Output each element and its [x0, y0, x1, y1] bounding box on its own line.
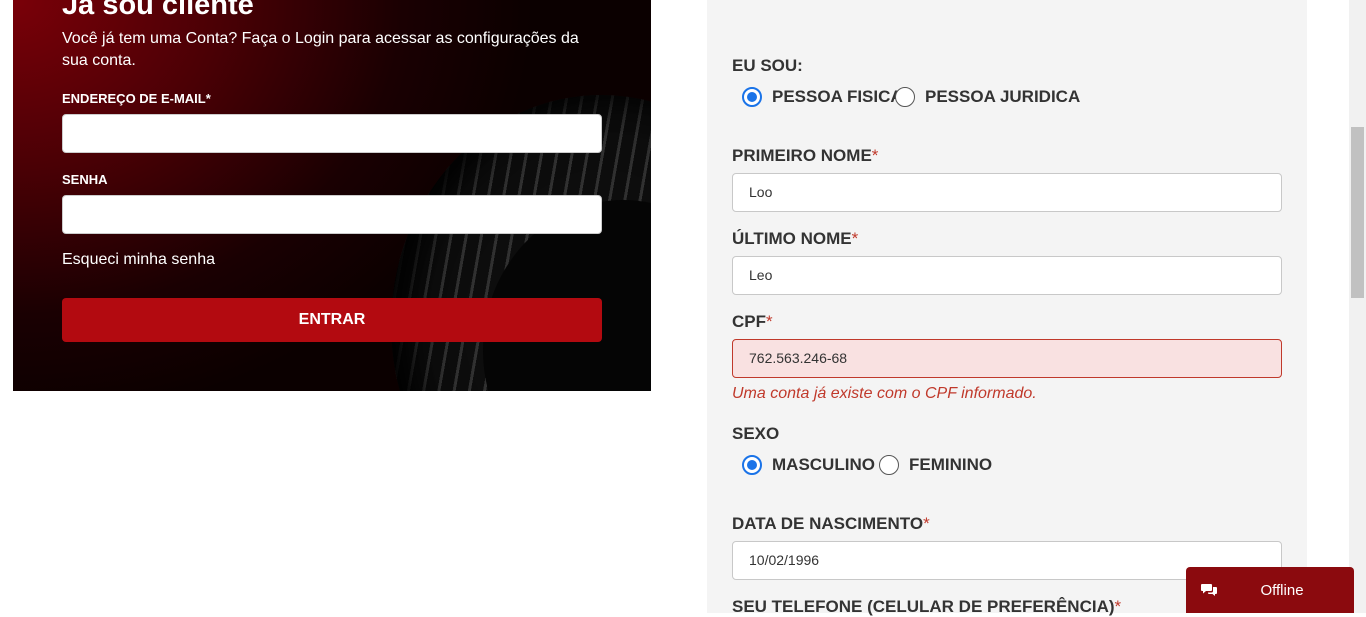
password-label: SENHA — [62, 172, 108, 187]
radio-label-pessoa-fisica: PESSOA FISICA — [772, 87, 903, 106]
radio-masculino[interactable]: MASCULINO — [742, 455, 875, 475]
radio-pessoa-juridica[interactable]: PESSOA JURIDICA — [895, 87, 1080, 107]
registration-form: EU SOU: PESSOA FISICA PESSOA JURIDICA PR… — [707, 0, 1307, 616]
page-scrollbar[interactable] — [1349, 0, 1366, 613]
cpf-error-message: Uma conta já existe com o CPF informado. — [732, 385, 1037, 402]
chat-status-label: Offline — [1260, 581, 1304, 599]
chat-widget-button[interactable]: Offline — [1186, 567, 1354, 613]
birthdate-label-text: DATA DE NASCIMENTO — [732, 514, 924, 533]
login-title: Já sou cliente — [62, 0, 254, 21]
person-type-label: EU SOU: — [732, 56, 803, 75]
required-mark: * — [1114, 597, 1122, 616]
email-input[interactable] — [62, 114, 602, 153]
phone-label: SEU TELEFONE (CELULAR DE PREFERÊNCIA)* — [732, 597, 1121, 617]
email-label: ENDEREÇO DE E-MAIL* — [62, 91, 211, 106]
forgot-password-link[interactable]: Esqueci minha senha — [62, 251, 215, 269]
radio-label-masculino: MASCULINO — [772, 455, 875, 474]
phone-label-text: SEU TELEFONE (CELULAR DE PREFERÊNCIA) — [732, 597, 1115, 616]
cpf-label: CPF* — [732, 312, 773, 332]
required-mark: * — [766, 312, 773, 331]
first-name-label: PRIMEIRO NOME* — [732, 146, 878, 166]
first-name-label-text: PRIMEIRO NOME — [732, 146, 872, 165]
radio-unchecked-icon — [879, 455, 899, 475]
radio-label-pessoa-juridica: PESSOA JURIDICA — [925, 87, 1081, 106]
birthdate-label: DATA DE NASCIMENTO* — [732, 514, 930, 534]
radio-pessoa-fisica[interactable]: PESSOA FISICA — [742, 87, 903, 107]
login-description: Você já tem uma Conta? Faça o Login para… — [62, 30, 579, 69]
login-submit-button[interactable]: ENTRAR — [62, 298, 602, 342]
login-panel: Já sou cliente Você já tem uma Conta? Fa… — [13, 0, 651, 391]
required-mark: * — [851, 229, 859, 248]
required-mark: * — [871, 146, 879, 165]
radio-unchecked-icon — [895, 87, 915, 107]
last-name-input[interactable]: Leo — [732, 256, 1282, 295]
scrollbar-thumb[interactable] — [1351, 127, 1364, 298]
radio-label-feminino: FEMININO — [909, 455, 993, 474]
last-name-label-text: ÚLTIMO NOME — [732, 229, 852, 248]
radio-checked-icon — [742, 455, 762, 475]
first-name-input[interactable]: Loo — [732, 173, 1282, 212]
radio-feminino[interactable]: FEMININO — [879, 455, 992, 475]
cpf-label-text: CPF — [732, 312, 766, 331]
required-mark: * — [923, 514, 930, 533]
radio-checked-icon — [742, 87, 762, 107]
last-name-label: ÚLTIMO NOME* — [732, 229, 858, 249]
password-input[interactable] — [62, 195, 602, 234]
gender-label: SEXO — [732, 424, 780, 443]
cpf-input[interactable]: 762.563.246-68 — [732, 339, 1282, 378]
